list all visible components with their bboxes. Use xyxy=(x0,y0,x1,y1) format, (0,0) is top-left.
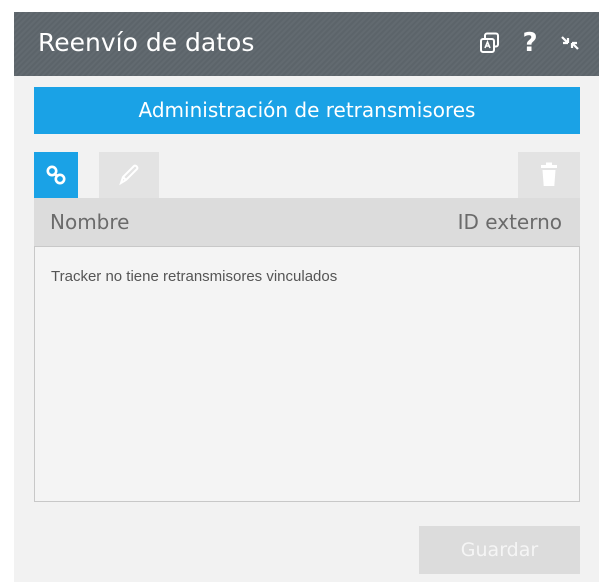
column-header-external-id[interactable]: ID externo xyxy=(458,210,562,234)
link-icon xyxy=(46,165,66,185)
tab-edit[interactable] xyxy=(99,152,159,198)
tab-link[interactable] xyxy=(34,152,78,198)
title-actions: ? xyxy=(463,26,583,60)
delete-button[interactable] xyxy=(518,152,580,198)
help-icon[interactable]: ? xyxy=(517,29,543,57)
minimize-icon[interactable] xyxy=(557,29,583,57)
data-forwarding-dialog: Reenvío de datos ? Administración de ret… xyxy=(14,12,599,582)
edit-icon xyxy=(119,164,139,186)
save-button[interactable]: Guardar xyxy=(419,526,580,574)
dialog-title: Reenvío de datos xyxy=(38,28,255,57)
relay-management-button[interactable]: Administración de retransmisores xyxy=(34,87,580,134)
trash-icon xyxy=(541,162,557,186)
relay-list: Tracker no tiene retransmisores vinculad… xyxy=(34,246,580,502)
title-bar: Reenvío de datos ? xyxy=(14,12,599,76)
copy-icon[interactable] xyxy=(477,29,503,57)
empty-list-message: Tracker no tiene retransmisores vinculad… xyxy=(51,268,338,285)
column-header-name[interactable]: Nombre xyxy=(50,210,129,234)
table-header: Nombre ID externo xyxy=(34,198,580,246)
